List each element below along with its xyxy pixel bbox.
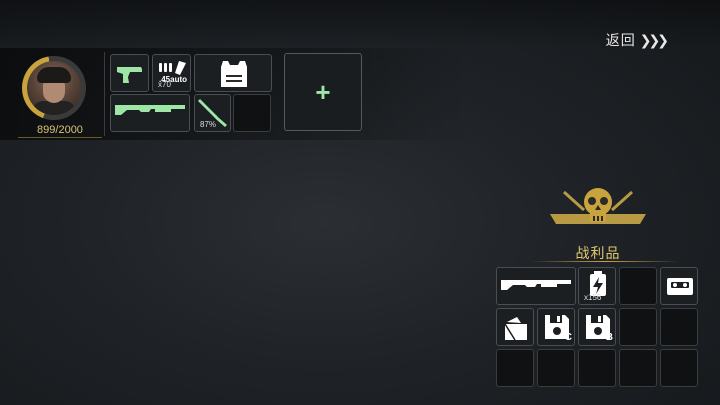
hp-underline <box>18 137 102 138</box>
loot-slot-floppy-b[interactable]: B <box>578 308 616 346</box>
loot-slot-battery[interactable]: x156 <box>578 267 616 305</box>
equip-slot-armor[interactable] <box>194 54 272 92</box>
loot-slot-empty[interactable] <box>578 349 616 387</box>
equip-slot-pistol[interactable] <box>110 54 149 92</box>
panel-divider <box>104 52 105 136</box>
hp-readout: 899/2000 <box>37 124 83 136</box>
chevron-right-icon: ❯❯❯ <box>639 31 669 48</box>
loot-slot-empty[interactable] <box>537 349 575 387</box>
skull-emblem-icon <box>550 188 646 224</box>
loot-slot-empty[interactable] <box>660 308 698 346</box>
battery-count: x156 <box>584 293 602 302</box>
shotgun-icon <box>115 105 185 115</box>
plus-icon: + <box>315 76 331 107</box>
avatar-hair <box>37 67 71 83</box>
avatar[interactable] <box>27 61 81 115</box>
loot-slot-empty[interactable] <box>619 308 657 346</box>
shotgun-icon <box>501 280 571 290</box>
floppy-tag-c: C <box>564 332 572 343</box>
loot-slot-empty[interactable] <box>496 349 534 387</box>
knife-durability: 87% <box>200 120 217 129</box>
avatar-collar <box>33 101 75 115</box>
equip-slot-knife[interactable]: 87% <box>194 94 231 132</box>
loot-divider <box>530 261 680 262</box>
loot-slot-shotgun[interactable] <box>496 267 576 305</box>
armor-vest-icon <box>221 61 247 87</box>
pistol-icon <box>117 67 142 83</box>
equip-slot-ammo[interactable]: .45auto x70 <box>152 54 191 92</box>
loot-slot-empty[interactable] <box>619 267 657 305</box>
loot-slot-cassette[interactable] <box>660 267 698 305</box>
equip-slot-empty[interactable] <box>233 94 271 132</box>
loot-slot-floppy-c[interactable]: C <box>537 308 575 346</box>
wallet-icon <box>504 317 527 341</box>
equip-slot-shotgun[interactable] <box>110 94 190 132</box>
add-equipment-button[interactable]: + <box>284 53 362 131</box>
ammo-count: x70 <box>158 80 171 89</box>
back-button[interactable]: 返回 ❯❯❯ <box>605 30 669 50</box>
cassette-icon <box>667 278 693 295</box>
loot-slot-empty[interactable] <box>660 349 698 387</box>
loot-slot-wallet[interactable] <box>496 308 534 346</box>
loot-slot-empty[interactable] <box>619 349 657 387</box>
floppy-tag-b: B <box>605 332 613 343</box>
loot-title: 战利品 <box>575 245 621 261</box>
back-label: 返回 <box>605 32 636 48</box>
